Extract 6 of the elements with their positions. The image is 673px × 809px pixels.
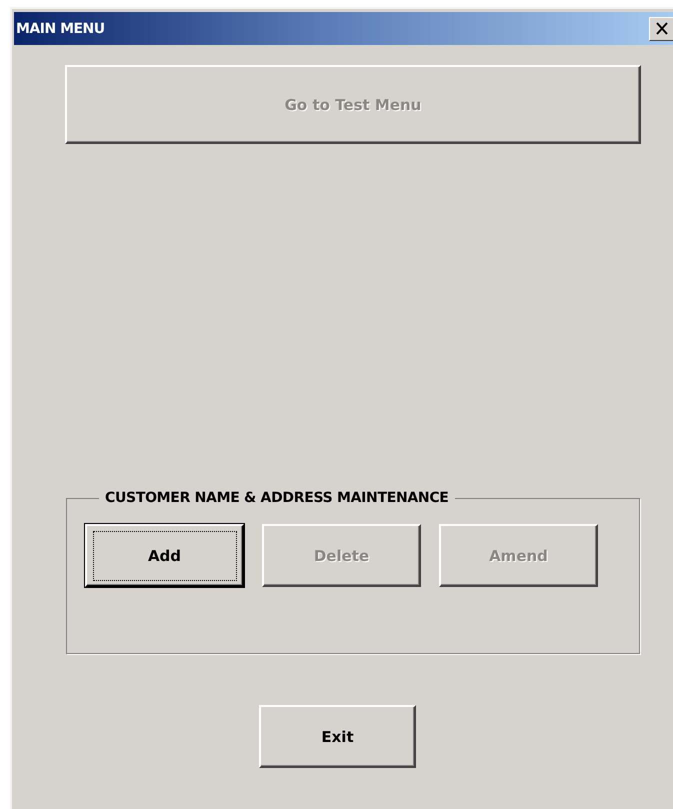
- exit-button[interactable]: Exit: [259, 705, 416, 768]
- action-button[interactable]: Add: [85, 524, 244, 587]
- close-button[interactable]: [649, 16, 673, 40]
- close-icon: [655, 22, 669, 35]
- window-title: MAIN MENU: [15, 20, 105, 36]
- group-title: CUSTOMER NAME & ADDRESS MAINTENANCE: [104, 490, 450, 506]
